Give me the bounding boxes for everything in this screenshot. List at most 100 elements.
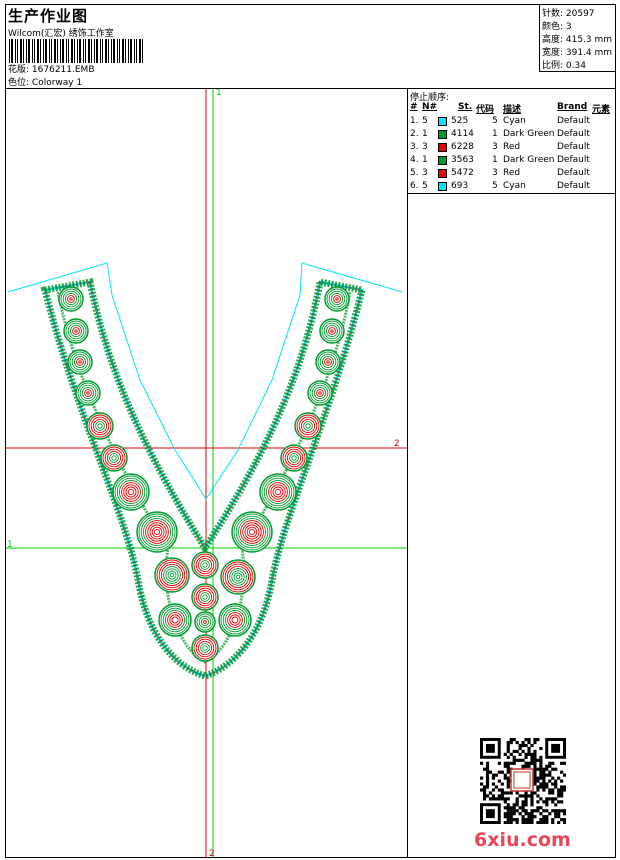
qr-module bbox=[533, 764, 537, 768]
barcode-bar bbox=[128, 39, 129, 63]
qr-module bbox=[506, 797, 510, 801]
qr-module bbox=[500, 791, 504, 795]
qr-module bbox=[506, 812, 510, 816]
qr-module bbox=[536, 788, 540, 792]
qr-module bbox=[491, 797, 496, 801]
stitch-motif bbox=[218, 603, 252, 637]
qr-module bbox=[533, 767, 537, 771]
qr-module bbox=[536, 821, 540, 824]
qr-module bbox=[557, 815, 561, 819]
qr-module bbox=[524, 794, 528, 798]
motif-ring-outer bbox=[307, 380, 333, 406]
qr-module bbox=[533, 779, 537, 783]
qr-module bbox=[560, 800, 564, 804]
qr-module bbox=[521, 818, 525, 822]
qr-module bbox=[524, 821, 528, 824]
qr-finder-core bbox=[485, 743, 495, 753]
qr-module bbox=[497, 797, 501, 801]
qr-module bbox=[494, 797, 498, 801]
qr-module bbox=[530, 815, 534, 819]
stitch-motif bbox=[280, 444, 308, 472]
stitch-motif bbox=[220, 559, 256, 595]
barcode-bar bbox=[26, 39, 27, 63]
barcode-bar bbox=[23, 39, 24, 63]
qr-module bbox=[518, 794, 522, 798]
qr-module bbox=[533, 815, 537, 819]
qr-module bbox=[515, 821, 519, 824]
qr-module bbox=[557, 794, 561, 798]
guide-label: 1 bbox=[7, 540, 13, 550]
studio-name: Wilcom(汇宏) 绣饰工作室 bbox=[8, 29, 114, 39]
motif-ring-outer bbox=[315, 349, 341, 375]
qr-module bbox=[521, 758, 525, 762]
qr-module bbox=[530, 812, 534, 816]
qr-module bbox=[545, 767, 549, 771]
qr-module bbox=[533, 758, 537, 762]
qr-module bbox=[506, 791, 510, 795]
qr-module bbox=[530, 803, 534, 807]
qr-module bbox=[542, 770, 546, 774]
row-num: 6. bbox=[410, 181, 419, 191]
qr-module bbox=[551, 818, 555, 822]
color-swatch bbox=[438, 156, 447, 165]
qr-module bbox=[551, 791, 555, 795]
qr-module bbox=[515, 758, 519, 762]
row-needle: 3 bbox=[422, 142, 428, 152]
qr-module bbox=[539, 773, 543, 777]
qr-module bbox=[515, 791, 519, 795]
qr-module bbox=[506, 767, 510, 771]
qr-module bbox=[527, 749, 531, 754]
qr-module bbox=[530, 758, 534, 762]
qr-module bbox=[536, 758, 540, 762]
row-desc: Red bbox=[503, 142, 521, 152]
qr-module bbox=[539, 758, 543, 762]
qr-module bbox=[551, 761, 555, 765]
qr-module bbox=[506, 779, 510, 783]
motif-ring-outer bbox=[194, 611, 216, 633]
qr-module bbox=[527, 746, 531, 751]
motif-ring-outer bbox=[319, 318, 345, 344]
qr-module bbox=[521, 740, 525, 745]
barcode-bar bbox=[17, 39, 18, 63]
row-stitches: 4114 bbox=[451, 129, 474, 139]
qr-module bbox=[548, 797, 552, 801]
motif-ring-outer bbox=[58, 286, 84, 312]
qr-module bbox=[560, 818, 564, 822]
qr-module bbox=[554, 779, 558, 783]
qr-module bbox=[497, 761, 501, 765]
qr-module bbox=[509, 812, 513, 816]
barcode-bar bbox=[108, 39, 109, 63]
qr-module bbox=[548, 770, 552, 774]
qr-module bbox=[533, 770, 537, 774]
barcode-bar bbox=[142, 39, 143, 63]
row-num: 1. bbox=[410, 116, 419, 126]
qr-module bbox=[509, 815, 513, 819]
qr-finder bbox=[480, 803, 501, 824]
qr-module bbox=[480, 761, 484, 765]
colorway-line: 色位: Colorway 1 bbox=[8, 75, 82, 88]
qr-module bbox=[539, 785, 543, 789]
qr-module bbox=[545, 821, 549, 824]
qr-module bbox=[563, 812, 566, 816]
row-desc: Dark Green bbox=[503, 129, 555, 139]
qr-module bbox=[485, 782, 490, 786]
qr-module bbox=[521, 821, 525, 824]
qr-module bbox=[530, 794, 534, 798]
qr-module bbox=[506, 803, 510, 807]
colorway-label: 色位: bbox=[8, 78, 30, 88]
stop-row: 2. 1 4114 1 Dark Green Default bbox=[408, 129, 616, 142]
row-brand: Default bbox=[557, 168, 590, 178]
qr-module bbox=[536, 738, 540, 742]
barcode-bar bbox=[32, 39, 33, 63]
stitch-motif bbox=[158, 603, 192, 637]
qr-module bbox=[530, 821, 534, 824]
stitch-motif bbox=[154, 557, 190, 593]
row-brand: Default bbox=[557, 116, 590, 126]
barcode-bar bbox=[94, 39, 95, 63]
barcode-bar bbox=[74, 39, 75, 63]
barcode-bar bbox=[134, 39, 135, 63]
barcode-bar bbox=[49, 39, 50, 63]
qr-module bbox=[545, 764, 549, 768]
embroidery-design-canvas: 1 2 1 2 bbox=[6, 89, 407, 858]
qr-module bbox=[557, 821, 561, 824]
